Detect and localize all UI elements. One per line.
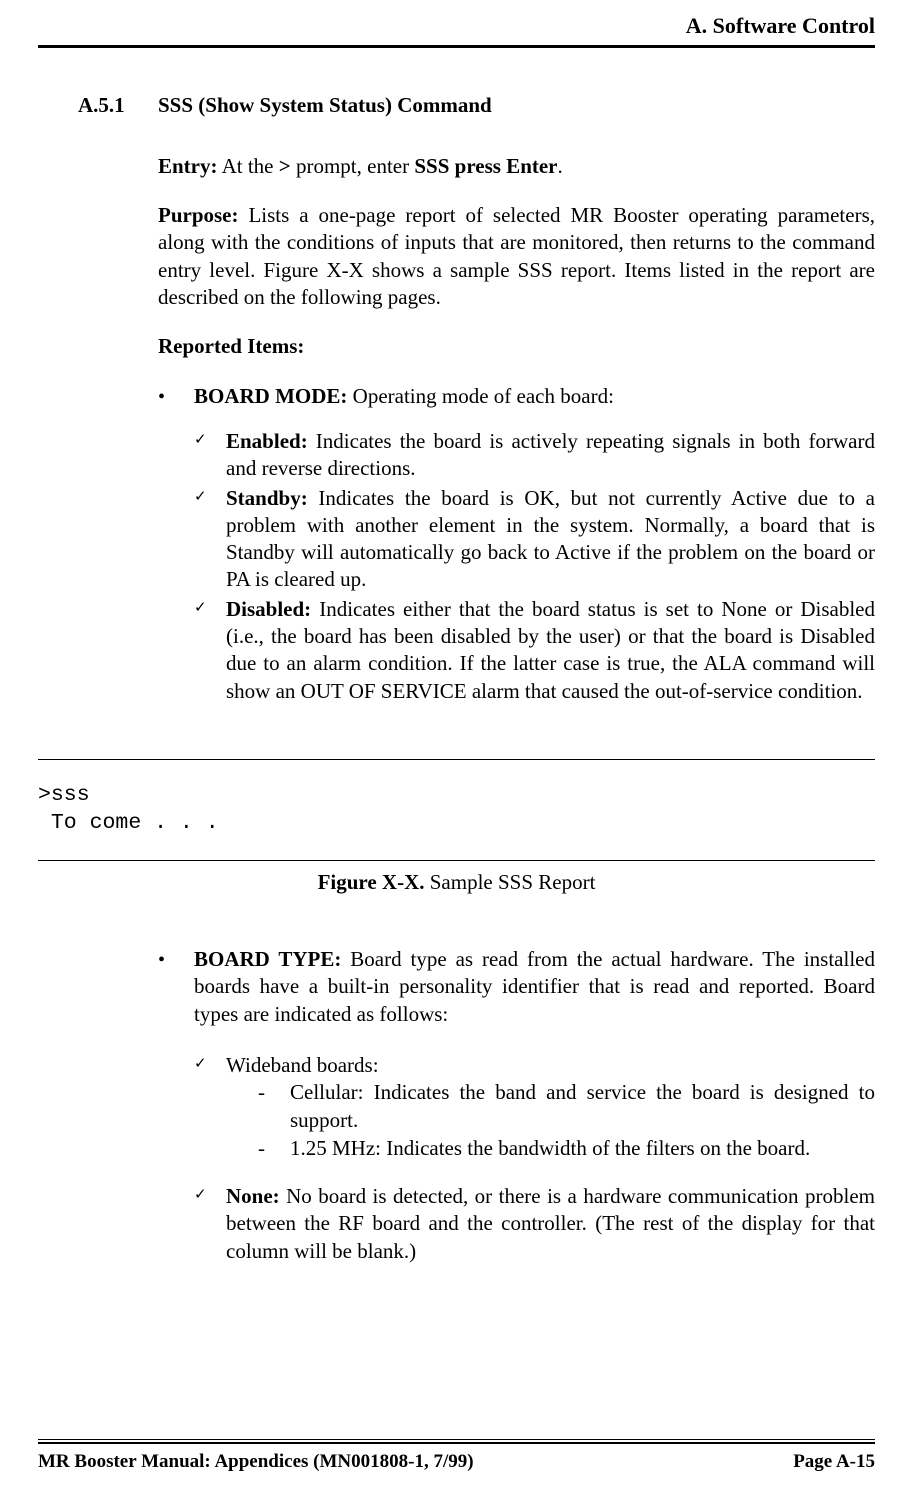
board-mode-content: BOARD MODE: Operating mode of each board… bbox=[194, 383, 875, 420]
disabled-item: ✓ Disabled: Indicates either that the bo… bbox=[194, 596, 875, 705]
check-icon: ✓ bbox=[194, 1052, 226, 1072]
none-text: No board is detected, or there is a hard… bbox=[226, 1184, 875, 1263]
board-mode-text: Operating mode of each board: bbox=[347, 384, 613, 408]
entry-prompt: > bbox=[279, 154, 291, 178]
reported-items-label: Reported Items: bbox=[158, 334, 304, 358]
board-type-label: BOARD TYPE: bbox=[194, 947, 341, 971]
enabled-label: Enabled: bbox=[226, 429, 308, 453]
purpose-text: Lists a one-page report of selected MR B… bbox=[158, 203, 875, 309]
standby-text: Indicates the board is OK, but not curre… bbox=[226, 486, 875, 592]
wideband-label: Wideband boards: bbox=[226, 1053, 379, 1077]
footer-left: MR Booster Manual: Appendices (MN001808-… bbox=[38, 1450, 474, 1475]
standby-item: ✓ Standby: Indicates the board is OK, bu… bbox=[194, 485, 875, 594]
bullet-icon: • bbox=[158, 946, 194, 972]
entry-mid: prompt, enter bbox=[291, 154, 415, 178]
board-mode-label: BOARD MODE: bbox=[194, 384, 347, 408]
entry-label: Entry: bbox=[158, 154, 218, 178]
enabled-item: ✓ Enabled: Indicates the board is active… bbox=[194, 428, 875, 483]
terminal-output: >sss To come . . . bbox=[38, 782, 875, 838]
section-title: SSS (Show System Status) Command bbox=[158, 92, 492, 119]
dash-icon: - bbox=[258, 1135, 290, 1162]
section-heading: A.5.1 SSS (Show System Status) Command bbox=[78, 92, 875, 119]
page-footer: MR Booster Manual: Appendices (MN001808-… bbox=[38, 1439, 875, 1475]
board-mode-bullet: • BOARD MODE: Operating mode of each boa… bbox=[158, 383, 875, 420]
header-title: A. Software Control bbox=[686, 13, 875, 38]
board-type-bullet: • BOARD TYPE: Board type as read from th… bbox=[158, 946, 875, 1028]
dash-icon: - bbox=[258, 1079, 290, 1106]
check-icon: ✓ bbox=[194, 1183, 226, 1203]
enabled-text: Indicates the board is actively repeatin… bbox=[226, 429, 875, 480]
mhz-item: - 1.25 MHz: Indicates the bandwidth of t… bbox=[258, 1135, 875, 1162]
footer-right: Page A-15 bbox=[793, 1450, 875, 1475]
section-number: A.5.1 bbox=[78, 92, 158, 119]
standby-label: Standby: bbox=[226, 486, 308, 510]
entry-cmd: SSS press Enter bbox=[414, 154, 557, 178]
mhz-text: 1.25 MHz: Indicates the bandwidth of the… bbox=[290, 1135, 875, 1162]
entry-pre: At the bbox=[218, 154, 279, 178]
none-label: None: bbox=[226, 1184, 280, 1208]
check-icon: ✓ bbox=[194, 485, 226, 505]
check-icon: ✓ bbox=[194, 428, 226, 448]
figure-rule-top bbox=[38, 759, 875, 760]
figure-rule-bottom bbox=[38, 860, 875, 861]
purpose-paragraph: Purpose: Lists a one-page report of sele… bbox=[158, 202, 875, 311]
check-icon: ✓ bbox=[194, 596, 226, 616]
page-header: A. Software Control bbox=[38, 0, 875, 48]
cellular-item: - Cellular: Indicates the band and servi… bbox=[258, 1079, 875, 1134]
entry-paragraph: Entry: At the > prompt, enter SSS press … bbox=[158, 153, 875, 180]
disabled-text: Indicates either that the board status i… bbox=[226, 597, 875, 703]
purpose-label: Purpose: bbox=[158, 203, 239, 227]
reported-items-heading: Reported Items: bbox=[158, 333, 875, 360]
figure-caption: Figure X-X. Sample SSS Report bbox=[38, 869, 875, 896]
none-item: ✓ None: No board is detected, or there i… bbox=[194, 1183, 875, 1265]
cellular-text: Cellular: Indicates the band and service… bbox=[290, 1079, 875, 1134]
wideband-item: ✓ Wideband boards: - Cellular: Indicates… bbox=[194, 1052, 875, 1163]
disabled-label: Disabled: bbox=[226, 597, 311, 621]
figure-caption-bold: Figure X-X. bbox=[318, 870, 425, 894]
figure-block: >sss To come . . . Figure X-X. Sample SS… bbox=[38, 759, 875, 896]
bullet-icon: • bbox=[158, 383, 194, 409]
figure-caption-rest: Sample SSS Report bbox=[425, 870, 596, 894]
entry-post: . bbox=[558, 154, 563, 178]
